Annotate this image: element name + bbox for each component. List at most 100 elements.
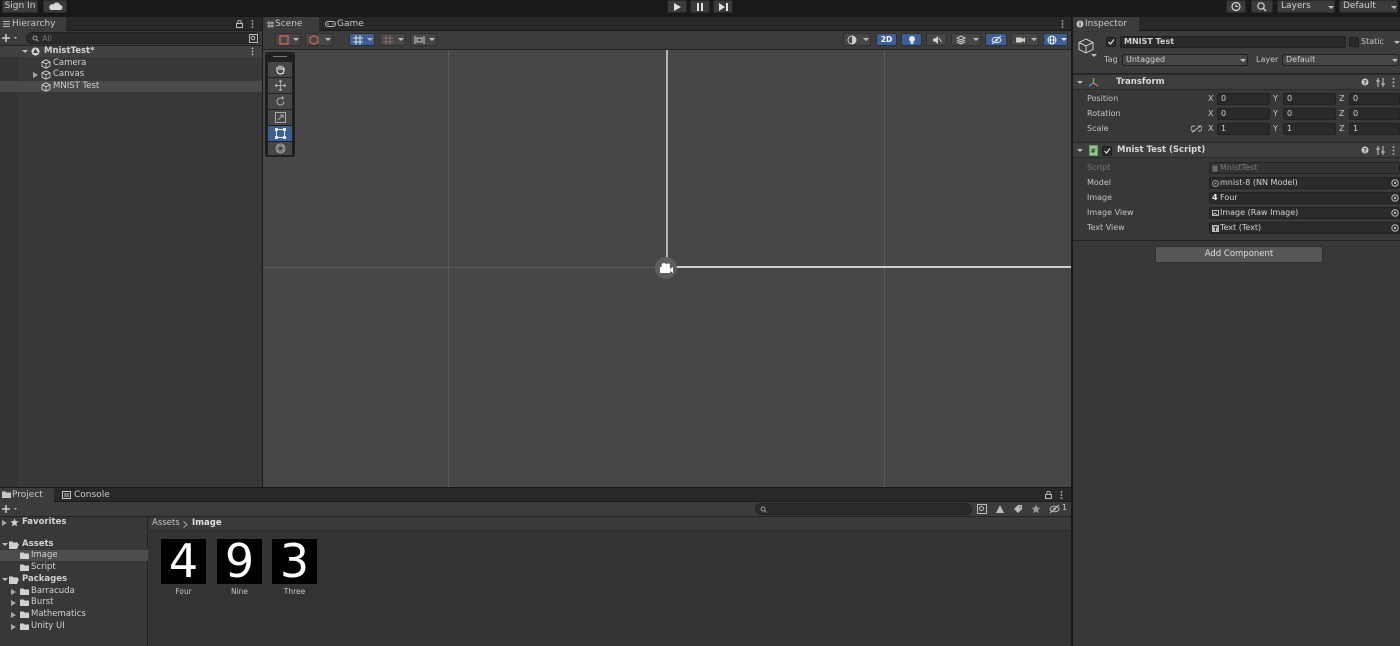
axis-x-label[interactable]: X	[1208, 93, 1213, 105]
chevron-down-icon[interactable]	[1077, 149, 1083, 152]
chevron-down-icon[interactable]	[1394, 41, 1400, 44]
rotation-y-field[interactable]: 0	[1283, 108, 1336, 120]
tag-icon[interactable]	[1013, 504, 1023, 514]
tab-project[interactable]: Project	[0, 488, 54, 502]
expand-down-icon[interactable]	[22, 50, 28, 53]
tab-hierarchy[interactable]: Hierarchy	[0, 17, 66, 31]
asset-thumbnail-nine[interactable]: 9	[217, 538, 262, 584]
hierarchy-search-input[interactable]	[42, 33, 242, 43]
scale-tool-button[interactable]	[268, 110, 292, 125]
folder-item-script[interactable]: Script	[0, 562, 148, 573]
tab-scene[interactable]: Scene	[263, 17, 319, 31]
scene-root-row[interactable]: MnistTest*	[0, 46, 262, 57]
pivot-dropdown[interactable]	[305, 33, 333, 46]
package-item-mathematics[interactable]: Mathematics	[0, 609, 148, 620]
text-view-field[interactable]: Text (Text)	[1209, 222, 1400, 234]
create-asset-button[interactable]	[2, 503, 20, 515]
transform-tool-button[interactable]	[268, 142, 292, 155]
add-component-button[interactable]: Add Component	[1155, 246, 1323, 263]
favorites-row[interactable]: Favorites	[0, 517, 148, 528]
hierarchy-item-camera[interactable]: Camera	[0, 58, 262, 69]
hierarchy-search[interactable]	[26, 32, 260, 44]
axis-z-label[interactable]: Z	[1339, 93, 1344, 105]
search-filter-icon[interactable]	[249, 34, 258, 43]
rotate-tool-button[interactable]	[268, 94, 292, 109]
camera-gizmo[interactable]	[655, 257, 677, 279]
more-options-icon[interactable]	[1392, 146, 1395, 155]
snap-increment-dropdown[interactable]	[379, 33, 406, 46]
lock-icon[interactable]	[236, 20, 243, 28]
transform-header[interactable]: Transform ?	[1073, 74, 1400, 90]
static-checkbox[interactable]	[1349, 37, 1359, 47]
effects-dropdown[interactable]	[951, 33, 981, 46]
cloud-button[interactable]	[43, 0, 67, 13]
hidden-objects-toggle[interactable]	[985, 33, 1007, 46]
expand-right-icon[interactable]	[11, 600, 16, 606]
scene-viewport[interactable]	[263, 50, 1071, 487]
axis-y-label[interactable]: Y	[1273, 108, 1278, 120]
scale-y-field[interactable]: 1	[1283, 123, 1336, 135]
axis-z-label[interactable]: Z	[1339, 108, 1344, 120]
move-tool-button[interactable]	[268, 78, 292, 93]
asset-thumbnail-four[interactable]: 4	[161, 538, 206, 584]
component-enabled-checkbox[interactable]	[1102, 146, 1112, 156]
history-button[interactable]	[1226, 0, 1246, 13]
play-button[interactable]	[667, 0, 687, 13]
mode-2d-toggle[interactable]: 2D	[876, 33, 897, 46]
more-options-icon[interactable]	[1061, 20, 1064, 28]
step-button[interactable]	[713, 0, 733, 13]
package-item-unity-ui[interactable]: Unity UI	[0, 621, 148, 632]
expand-right-icon[interactable]	[11, 589, 16, 595]
object-picker-icon[interactable]	[1391, 179, 1399, 187]
chevron-down-icon[interactable]	[1091, 54, 1097, 57]
package-item-burst[interactable]: Burst	[0, 597, 148, 608]
shading-dropdown[interactable]	[843, 33, 871, 46]
more-options-icon[interactable]	[251, 47, 254, 56]
more-options-icon[interactable]	[1060, 491, 1063, 499]
create-button[interactable]	[2, 32, 20, 44]
asset-thumbnail-three[interactable]: 3	[272, 538, 317, 584]
model-field[interactable]: mnist-8 (NN Model)	[1209, 177, 1400, 189]
camera-settings-dropdown[interactable]	[1011, 33, 1039, 46]
project-search[interactable]	[755, 503, 972, 515]
tag-dropdown[interactable]: Untagged	[1122, 54, 1248, 66]
tab-inspector[interactable]: Inspector	[1073, 17, 1139, 31]
rotation-x-field[interactable]: 0	[1217, 108, 1270, 120]
more-options-icon[interactable]	[1392, 78, 1395, 87]
grid-snap-dropdown[interactable]	[349, 33, 375, 46]
hierarchy-item-mnist-test[interactable]: MNIST Test	[0, 81, 262, 92]
sign-in-button[interactable]: Sign In	[2, 0, 38, 13]
link-broken-icon[interactable]	[1191, 125, 1202, 133]
help-icon[interactable]: ?	[1361, 146, 1369, 154]
chevron-down-icon[interactable]	[1077, 81, 1083, 84]
scale-z-field[interactable]: 1	[1349, 123, 1400, 135]
search-button[interactable]	[1251, 0, 1273, 13]
expand-right-icon[interactable]	[11, 624, 16, 630]
script-component-header[interactable]: # Mnist Test (Script) ?	[1073, 142, 1400, 158]
position-y-field[interactable]: 0	[1283, 93, 1336, 105]
tab-game[interactable]: Game	[321, 17, 371, 31]
axis-x-label[interactable]: X	[1208, 108, 1213, 120]
more-options-icon[interactable]	[251, 20, 254, 28]
scale-x-field[interactable]: 1	[1217, 123, 1270, 135]
axis-x-label[interactable]: X	[1208, 123, 1213, 135]
search-by-type-icon[interactable]	[977, 504, 987, 514]
object-picker-icon[interactable]	[1391, 209, 1399, 217]
tool-handle-dropdown[interactable]	[275, 33, 301, 46]
hand-tool-button[interactable]	[268, 62, 292, 77]
expand-right-icon[interactable]	[2, 520, 7, 526]
expand-right-icon[interactable]	[11, 612, 16, 618]
rotation-z-field[interactable]: 0	[1349, 108, 1400, 120]
search-by-label-icon[interactable]	[995, 504, 1005, 514]
expand-right-icon[interactable]	[33, 72, 38, 78]
axis-y-label[interactable]: Y	[1273, 123, 1278, 135]
star-icon[interactable]	[1031, 504, 1041, 514]
audio-toggle[interactable]	[926, 33, 947, 46]
hierarchy-item-canvas[interactable]: Canvas	[0, 69, 262, 80]
breadcrumb-image[interactable]: Image	[192, 518, 222, 528]
tab-console[interactable]: Console	[58, 488, 114, 502]
image-field[interactable]: 4 Four	[1209, 192, 1400, 204]
package-item-barracuda[interactable]: Barracuda	[0, 586, 148, 597]
axis-y-label[interactable]: Y	[1273, 93, 1278, 105]
gizmos-dropdown[interactable]	[1043, 33, 1068, 46]
